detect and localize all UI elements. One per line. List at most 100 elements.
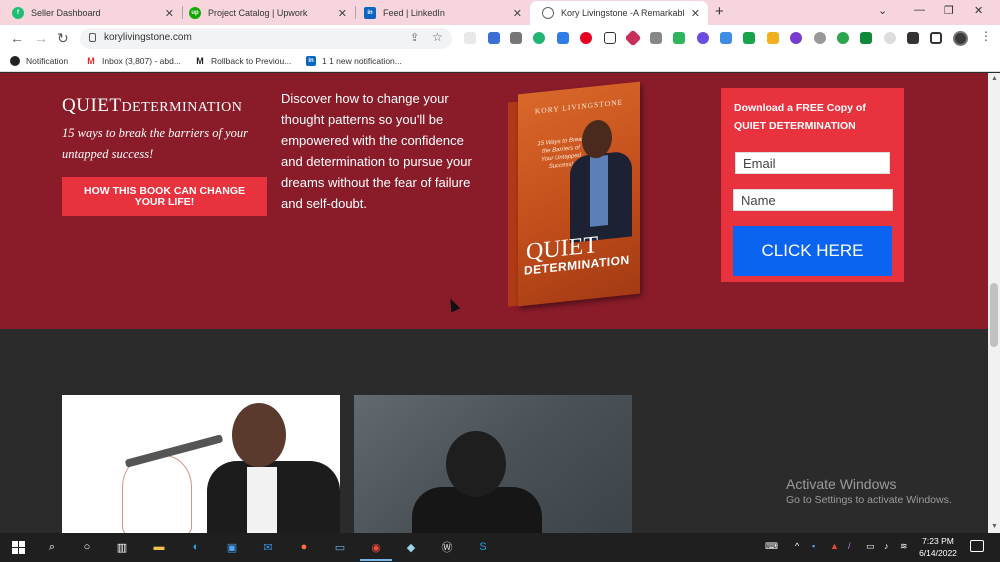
- bookmark-linkedin[interactable]: in 1 1 new notification...: [306, 56, 402, 66]
- close-icon[interactable]: ✕: [165, 7, 174, 20]
- window-close-icon[interactable]: ✕: [974, 4, 983, 17]
- puzzle-icon[interactable]: [907, 32, 919, 44]
- cortana-icon[interactable]: ○: [79, 539, 95, 555]
- bookmark-star-icon[interactable]: ☆: [432, 30, 443, 44]
- tab-search-icon[interactable]: ⌄: [878, 4, 887, 17]
- tray-app-icon[interactable]: ▲: [830, 541, 839, 551]
- menu-kebab-icon[interactable]: ⋮: [980, 29, 992, 43]
- tab-linkedin-feed[interactable]: in Feed | LinkedIn ✕: [352, 1, 530, 25]
- scroll-down-icon[interactable]: ▼: [991, 523, 998, 530]
- watermark-title: Activate Windows: [786, 476, 897, 492]
- address-bar[interactable]: korylivingstone.com ⇪ ☆: [80, 28, 452, 49]
- search-icon[interactable]: ⌕: [44, 539, 60, 555]
- wifi-icon[interactable]: ≋: [900, 541, 908, 552]
- extension-icon[interactable]: [673, 32, 685, 44]
- extension-icon[interactable]: [743, 32, 755, 44]
- lock-icon: [89, 33, 96, 42]
- page-scrollbar[interactable]: ▲ ▼: [988, 73, 1000, 533]
- extension-icon[interactable]: [720, 32, 732, 44]
- extension-icon[interactable]: [510, 32, 522, 44]
- web-page: QUIETDETERMINATION 15 ways to break the …: [0, 73, 988, 533]
- firefox-icon[interactable]: ●: [296, 539, 312, 555]
- font-extension-icon[interactable]: [604, 32, 616, 44]
- brand-logo: QUIETDETERMINATION: [62, 95, 242, 117]
- extension-icon[interactable]: [488, 32, 500, 44]
- extension-icon[interactable]: [767, 32, 779, 44]
- extension-icon[interactable]: [814, 32, 826, 44]
- mail-icon[interactable]: ✉: [260, 539, 276, 555]
- app-icon[interactable]: ◆: [403, 539, 419, 555]
- scroll-up-icon[interactable]: ▲: [991, 75, 998, 82]
- bookmark-label: Inbox (3,807) - abd...: [102, 56, 181, 66]
- sketch-drawing: [122, 455, 192, 533]
- tray-app-icon[interactable]: ▪: [812, 541, 815, 551]
- name-field[interactable]: [733, 189, 893, 211]
- extension-icon[interactable]: [697, 32, 709, 44]
- browser-toolbar: ← → ↻ korylivingstone.com ⇪ ☆ ⋮: [0, 25, 1000, 52]
- hero-section: QUIETDETERMINATION 15 ways to break the …: [0, 73, 988, 329]
- volume-icon[interactable]: ♪: [884, 541, 889, 551]
- close-icon[interactable]: ✕: [513, 7, 522, 20]
- tray-chevron-icon[interactable]: ^: [795, 541, 799, 551]
- minimize-icon[interactable]: —: [914, 4, 925, 16]
- extension-icon[interactable]: [533, 32, 545, 44]
- chrome-icon[interactable]: ◉: [368, 539, 384, 555]
- brand-word-determination: DETERMINATION: [121, 100, 243, 115]
- battery-icon[interactable]: ▭: [866, 541, 875, 552]
- skype-icon[interactable]: S: [475, 539, 491, 555]
- bookmark-notification[interactable]: Notification: [10, 56, 68, 66]
- email-field[interactable]: [735, 152, 890, 174]
- extension-icon[interactable]: [624, 29, 642, 47]
- back-icon[interactable]: ←: [10, 30, 24, 46]
- clock-date: 6/14/2022: [919, 548, 957, 558]
- click-here-button[interactable]: CLICK HERE: [733, 226, 892, 276]
- wordpress-icon[interactable]: Ⓦ: [439, 539, 455, 555]
- extension-icon[interactable]: [790, 32, 802, 44]
- reload-icon[interactable]: ↻: [57, 30, 69, 47]
- extension-icon[interactable]: [464, 32, 476, 44]
- restore-icon[interactable]: ❐: [944, 4, 954, 17]
- share-icon[interactable]: ⇪: [410, 31, 419, 44]
- notification-icon[interactable]: [970, 540, 984, 552]
- bookmark-rollback[interactable]: M Rollback to Previou...: [195, 56, 291, 66]
- keyboard-icon[interactable]: ⌨: [765, 541, 778, 552]
- extension-icon[interactable]: [837, 32, 849, 44]
- extension-icon[interactable]: [557, 32, 569, 44]
- close-icon[interactable]: ✕: [338, 7, 347, 20]
- windows-start-icon[interactable]: [10, 539, 26, 555]
- pinterest-icon[interactable]: [580, 32, 592, 44]
- file-explorer-icon[interactable]: ▬: [151, 539, 167, 555]
- extension-icon[interactable]: [884, 32, 896, 44]
- tab-title: Project Catalog | Upwork: [208, 8, 308, 18]
- tab-seller-dashboard[interactable]: f Seller Dashboard ✕: [0, 1, 182, 25]
- photo-face: [232, 403, 286, 467]
- app-icon[interactable]: ▭: [332, 539, 348, 555]
- tab-title: Feed | LinkedIn: [383, 8, 445, 18]
- task-view-icon[interactable]: ▥: [114, 539, 130, 555]
- author-photo-microphone: [62, 395, 340, 533]
- sidepanel-icon[interactable]: [930, 32, 942, 44]
- hero-description: Discover how to change your thought patt…: [281, 91, 472, 211]
- scroll-thumb[interactable]: [990, 283, 998, 347]
- watermark-subtitle: Go to Settings to activate Windows.: [786, 494, 952, 506]
- forward-icon[interactable]: →: [34, 30, 48, 46]
- linkedin-icon: in: [306, 56, 316, 66]
- tab-kory-livingstone[interactable]: Kory Livingstone -A Remarkable ✕: [530, 1, 708, 25]
- system-clock[interactable]: 7:23 PM 6/14/2022: [910, 535, 966, 559]
- extension-icon[interactable]: [860, 32, 872, 44]
- bookmark-label: Rollback to Previou...: [211, 56, 292, 66]
- how-book-can-change-button[interactable]: HOW THIS BOOK CAN CHANGE YOUR LIFE!: [62, 177, 267, 216]
- extension-icon[interactable]: [650, 32, 662, 44]
- book-front: KORY LIVINGSTONE 15 Ways to Break the Ba…: [518, 81, 640, 307]
- tray-app-icon[interactable]: /: [848, 541, 851, 551]
- bookmark-inbox[interactable]: M Inbox (3,807) - abd...: [86, 56, 181, 66]
- tab-project-catalog[interactable]: up Project Catalog | Upwork ✕: [177, 1, 355, 25]
- new-tab-button[interactable]: +: [715, 3, 724, 20]
- hero-tagline: 15 ways to break the barriers of your un…: [62, 126, 248, 161]
- profile-avatar[interactable]: [953, 31, 968, 46]
- close-icon[interactable]: ✕: [691, 7, 700, 20]
- store-icon[interactable]: ▣: [224, 539, 240, 555]
- edge-icon[interactable]: ◐: [188, 539, 204, 555]
- photo-face: [446, 431, 506, 497]
- globe-icon: [542, 7, 554, 19]
